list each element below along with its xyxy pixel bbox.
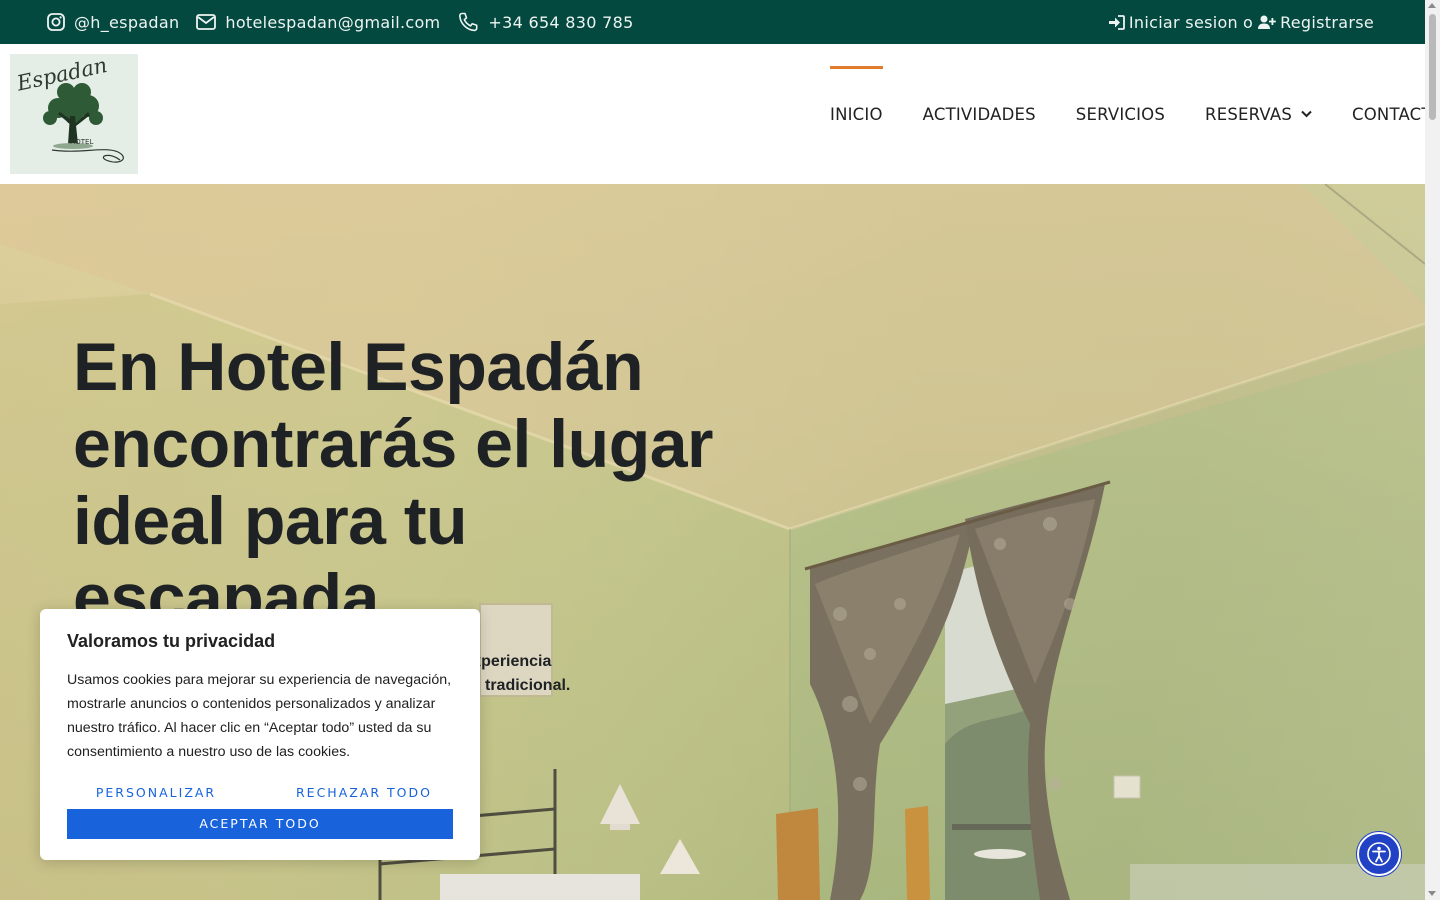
chevron-down-icon (1301, 110, 1312, 118)
accessibility-icon (1367, 842, 1391, 866)
email-link[interactable]: hotelespadan@gmail.com (196, 13, 440, 32)
hero-title: En Hotel Espadán encontrarás el lugar id… (73, 329, 714, 636)
phone-icon (459, 12, 478, 32)
cookie-title: Valoramos tu privacidad (67, 631, 276, 651)
top-bar: @h_espadan hotelespadan@gmail.com +34 65… (0, 0, 1425, 44)
nav-item-inicio[interactable]: INICIO (830, 65, 883, 124)
nav-item-reservas[interactable]: RESERVAS (1205, 105, 1312, 124)
scrollbar-thumb[interactable] (1429, 14, 1436, 120)
phone-number: +34 654 830 785 (488, 12, 634, 32)
site-header: Espadan HOTEL INICIO ACTIVIDADES SERVICI… (0, 44, 1440, 184)
hotel-logo[interactable]: Espadan HOTEL (10, 53, 138, 174)
main-nav: INICIO ACTIVIDADES SERVICIOS RESERVAS CO… (830, 44, 1440, 184)
register-link[interactable]: Registrarse (1280, 13, 1374, 32)
scroll-down-arrow-icon[interactable] (1428, 891, 1436, 896)
logo-subtitle: HOTEL (70, 138, 93, 146)
auth-links: Iniciar sesion o Registrarse (1108, 0, 1374, 44)
login-link[interactable]: Iniciar sesion (1129, 13, 1238, 32)
nav-item-reservas-label: RESERVAS (1205, 104, 1292, 124)
accept-all-button[interactable]: ACEPTAR TODO (67, 809, 453, 839)
accessibility-button[interactable] (1357, 832, 1401, 876)
tree-logo-icon: Espadan HOTEL (14, 53, 124, 163)
page-scrollbar[interactable] (1425, 0, 1440, 900)
instagram-icon (47, 13, 65, 31)
contact-info: @h_espadan hotelespadan@gmail.com +34 65… (47, 0, 651, 44)
envelope-icon (196, 14, 217, 30)
auth-separator: o (1243, 12, 1254, 32)
sign-in-icon (1108, 14, 1125, 30)
reject-all-button[interactable]: RECHAZAR TODO (275, 785, 453, 807)
phone-link[interactable]: +34 654 830 785 (457, 12, 633, 32)
instagram-link[interactable]: @h_espadan (47, 13, 179, 32)
scroll-up-arrow-icon[interactable] (1428, 3, 1436, 8)
email-address: hotelespadan@gmail.com (225, 12, 441, 32)
instagram-handle: @h_espadan (74, 12, 180, 32)
nav-item-servicios[interactable]: SERVICIOS (1076, 105, 1165, 124)
cookie-body: Usamos cookies para mejorar su experienc… (67, 672, 452, 760)
nav-item-actividades[interactable]: ACTIVIDADES (923, 105, 1036, 124)
user-plus-icon (1258, 15, 1276, 29)
cookie-secondary-buttons: PERSONALIZAR RECHAZAR TODO (67, 785, 453, 807)
cookie-consent-modal: Valoramos tu privacidad Usamos cookies p… (40, 609, 480, 860)
customize-button[interactable]: PERSONALIZAR (67, 785, 245, 807)
